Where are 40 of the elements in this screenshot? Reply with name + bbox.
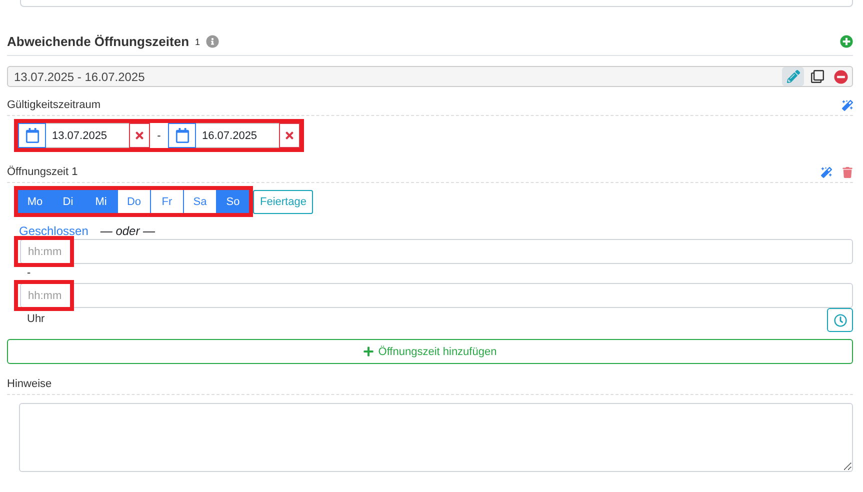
calendar-button[interactable] [168,123,196,148]
day-toggle[interactable]: So [216,190,249,213]
count-label: 1 [195,36,200,46]
closed-link[interactable]: Geschlossen [19,224,88,238]
day-toggle[interactable]: Mo [18,190,51,213]
or-text: — oder — [100,224,156,238]
range-separator: - [156,130,162,142]
wand-icon[interactable] [821,166,832,178]
section-title: Abweichende Öffnungszeiten [7,34,190,49]
clear-button[interactable] [129,123,150,148]
delete-icon[interactable] [842,166,853,178]
time-input[interactable]: hh:mm [20,283,853,308]
plus-icon [363,346,374,357]
range-separator: - [27,267,32,279]
period-text: 13.07.2025 - 16.07.2025 [14,70,145,84]
wand-icon[interactable] [842,100,853,110]
close-icon [284,130,295,141]
info-icon [206,35,220,48]
holiday-toggle[interactable]: Feiertage [253,190,314,214]
calendar-icon [174,128,190,143]
pencil-icon [786,70,800,83]
clock-icon [834,314,846,326]
add-opening-button[interactable]: Öffnungszeit hinzufügen [7,339,853,364]
period-bar[interactable]: 13.07.2025 - 16.07.2025 [7,66,853,87]
notes-field[interactable] [19,403,853,472]
copy-icon [810,70,824,83]
calendar-button[interactable] [18,123,46,148]
field-label: Gültigkeitszeitraum [7,99,101,111]
clock-button[interactable] [827,308,853,332]
field-label: Hinweise [7,378,52,390]
close-icon [134,130,145,141]
unit-label: Uhr [27,313,45,325]
calendar-icon [24,128,40,143]
clear-button[interactable] [279,123,300,148]
day-toggle[interactable]: Di [51,190,84,213]
field-label: Öffnungszeit 1 [7,166,78,178]
minus-icon [834,70,848,84]
day-toggle[interactable]: Mi [84,190,117,213]
time-input[interactable]: hh:mm [20,239,853,264]
add-icon[interactable] [840,35,853,48]
